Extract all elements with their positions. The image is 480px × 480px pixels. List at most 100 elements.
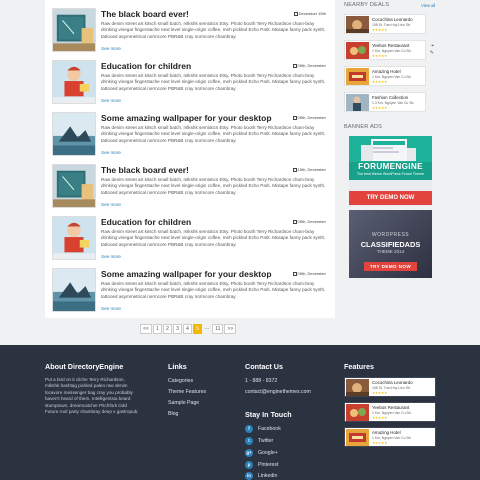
footer-stay-in-touch-title: Stay In Touch: [245, 410, 292, 419]
feature-name[interactable]: Cocochina Leonardo: [372, 380, 413, 385]
deal-rating: ★★★★★: [372, 54, 388, 58]
see-more-link[interactable]: See more: [101, 46, 121, 51]
page-number[interactable]: 3: [173, 324, 182, 334]
post-date: 05th, December: [292, 271, 326, 276]
feature-thumbnail: [346, 429, 369, 446]
feature-card[interactable]: Yeebos Restaurant 1 Km, Nguyen Van Cu St…: [344, 402, 436, 422]
wallpaper-thumbnail[interactable]: [52, 268, 96, 312]
twitter-link[interactable]: t Twitter: [245, 436, 273, 445]
deal-name[interactable]: Fashion Collection: [372, 95, 408, 100]
post-title[interactable]: Some amazing wallpaper for your desktop: [101, 113, 272, 123]
post-title[interactable]: Some amazing wallpaper for your desktop: [101, 269, 272, 279]
feature-card[interactable]: Cocochina Leonardo 158 St. Tran Huy Lieu…: [344, 377, 436, 397]
post-title[interactable]: The black board ever!: [101, 165, 189, 175]
see-more-link[interactable]: See more: [101, 306, 121, 311]
googleplus-link[interactable]: g+ Google+: [245, 448, 278, 457]
post-item[interactable]: Education for children 05th, December Ra…: [52, 216, 330, 262]
post-item[interactable]: The black board ever! 15th, December Raw…: [52, 164, 330, 210]
deal-rating: ★★★★★: [372, 80, 388, 84]
deal-name[interactable]: Amazing Hotel: [372, 69, 401, 74]
pagination-prev[interactable]: <<: [140, 324, 152, 334]
linkedin-link[interactable]: in Linkedin: [245, 471, 277, 480]
footer-link[interactable]: Theme Features: [168, 389, 206, 395]
linkedin-icon: in: [245, 471, 253, 480]
post-title[interactable]: Education for children: [101, 217, 191, 227]
post-title[interactable]: Education for children: [101, 61, 191, 71]
blackboard-thumbnail[interactable]: [52, 164, 96, 208]
facebook-link[interactable]: f Facebook: [245, 424, 281, 433]
footer-about-title: About DirectoryEngine: [45, 362, 124, 371]
deal-card[interactable]: Fashion Collection 1.3 Km, Nguyen Van Cu…: [344, 92, 426, 112]
post-date-text: December 15th: [298, 11, 326, 16]
page-number[interactable]: 1: [153, 324, 162, 334]
post-excerpt: Raw denim street art kitsch small batch,…: [101, 73, 326, 91]
view-all-link[interactable]: View all: [421, 3, 435, 8]
social-label: Google+: [258, 449, 278, 456]
deal-name[interactable]: Cocochina Leonardo: [372, 17, 413, 22]
deal-location: 158 St. Tran Huy Lieu Str.: [372, 23, 411, 27]
post-date-text: 15th, December: [297, 167, 326, 172]
footer-about-text: Put a bird on it cliche Terry Richardson…: [45, 377, 139, 415]
deal-card[interactable]: Yeebos Restaurant 1 Km, Nguyen Van Cu St…: [344, 40, 434, 60]
deal-card[interactable]: Amazing Hotel 1 Km, Nguyen Van Cu Str. ★…: [344, 66, 426, 86]
page-number-active[interactable]: 5: [193, 324, 202, 334]
footer-link[interactable]: Sample Page: [168, 400, 199, 406]
post-date-text: 05th, December: [297, 219, 326, 224]
see-more-link[interactable]: See more: [101, 254, 121, 259]
feature-rating: ★★★★★: [372, 441, 388, 445]
see-more-link[interactable]: See more: [101, 202, 121, 207]
try-demo-button[interactable]: TRY DEMO NOW: [349, 191, 432, 205]
feature-name[interactable]: Amazing Hotel: [372, 430, 401, 435]
post-item[interactable]: Some amazing wallpaper for your desktop …: [52, 268, 330, 314]
see-more-link[interactable]: See more: [101, 150, 121, 155]
feature-rating: ★★★★★: [372, 391, 388, 395]
page-number-last[interactable]: 11: [212, 324, 224, 334]
pinterest-link[interactable]: p Pinterest: [245, 460, 278, 469]
deal-thumbnail: [346, 94, 369, 111]
ad-line-1: WORDPRESS: [371, 232, 410, 238]
child-thumbnail[interactable]: [52, 60, 96, 104]
forumengine-banner-ad[interactable]: FORUMENGINE The best theme WordPress For…: [349, 136, 432, 206]
classifiedads-banner-ad[interactable]: WORDPRESS CLASSIFIEDADS THEME 2014 TRY D…: [349, 210, 432, 278]
post-date-text: 05th, December: [297, 63, 326, 68]
see-more-link[interactable]: See more: [101, 98, 121, 103]
footer-contact-title: Contact Us: [245, 362, 283, 371]
post-date-text: 05th, December: [297, 115, 326, 120]
feature-card[interactable]: Amazing Hotel 1 Km, Nguyen Van Cu Str. ★…: [344, 427, 436, 447]
post-date: 15th, December: [292, 167, 326, 172]
post-date: 05th, December: [292, 63, 326, 68]
child-thumbnail[interactable]: [52, 216, 96, 260]
pin-icon[interactable]: ⌖: [431, 43, 434, 49]
footer-link[interactable]: Blog: [168, 411, 178, 417]
pagination: << 1 2 3 4 5 ... 11 >>: [140, 324, 237, 334]
nearby-deals-title: NEARBY DEALS: [344, 2, 390, 8]
social-label: Linkedin: [258, 472, 278, 479]
footer-email[interactable]: contact@enginethemes.com: [245, 389, 311, 395]
share-icon[interactable]: ✎: [430, 50, 434, 56]
post-excerpt: Raw denim street art kitsch small batch,…: [101, 281, 326, 299]
wallpaper-thumbnail[interactable]: [52, 112, 96, 156]
feature-name[interactable]: Yeebos Restaurant: [372, 405, 409, 410]
post-item[interactable]: Some amazing wallpaper for your desktop …: [52, 112, 330, 158]
deal-thumbnail: [346, 16, 369, 33]
banner-ads-title: BANNER ADS: [344, 124, 383, 130]
post-item[interactable]: The black board ever! December 15th Raw …: [52, 8, 330, 54]
pagination-next[interactable]: >>: [224, 324, 237, 334]
try-demo-button[interactable]: TRY DEMO NOW: [364, 262, 417, 271]
page-number[interactable]: 2: [163, 324, 172, 334]
deal-card[interactable]: Cocochina Leonardo 158 St. Tran Huy Lieu…: [344, 14, 426, 34]
post-item[interactable]: Education for children 05th, December Ra…: [52, 60, 330, 106]
post-title[interactable]: The black board ever!: [101, 9, 189, 19]
footer-link[interactable]: Categories: [168, 378, 193, 384]
twitter-icon: t: [245, 436, 253, 445]
blackboard-thumbnail[interactable]: [52, 8, 96, 52]
footer-phone: 1 - 888 - 8372: [245, 378, 278, 384]
footer-links-title: Links: [168, 362, 187, 371]
deal-rating: ★★★★★: [372, 28, 388, 32]
feature-location: 1 Km, Nguyen Van Cu Str.: [372, 436, 412, 440]
calendar-icon: [292, 271, 297, 276]
deal-name[interactable]: Yeebos Restaurant: [372, 43, 409, 48]
post-date: December 15th: [293, 11, 326, 16]
calendar-icon: [292, 219, 297, 224]
page-number[interactable]: 4: [183, 324, 192, 334]
